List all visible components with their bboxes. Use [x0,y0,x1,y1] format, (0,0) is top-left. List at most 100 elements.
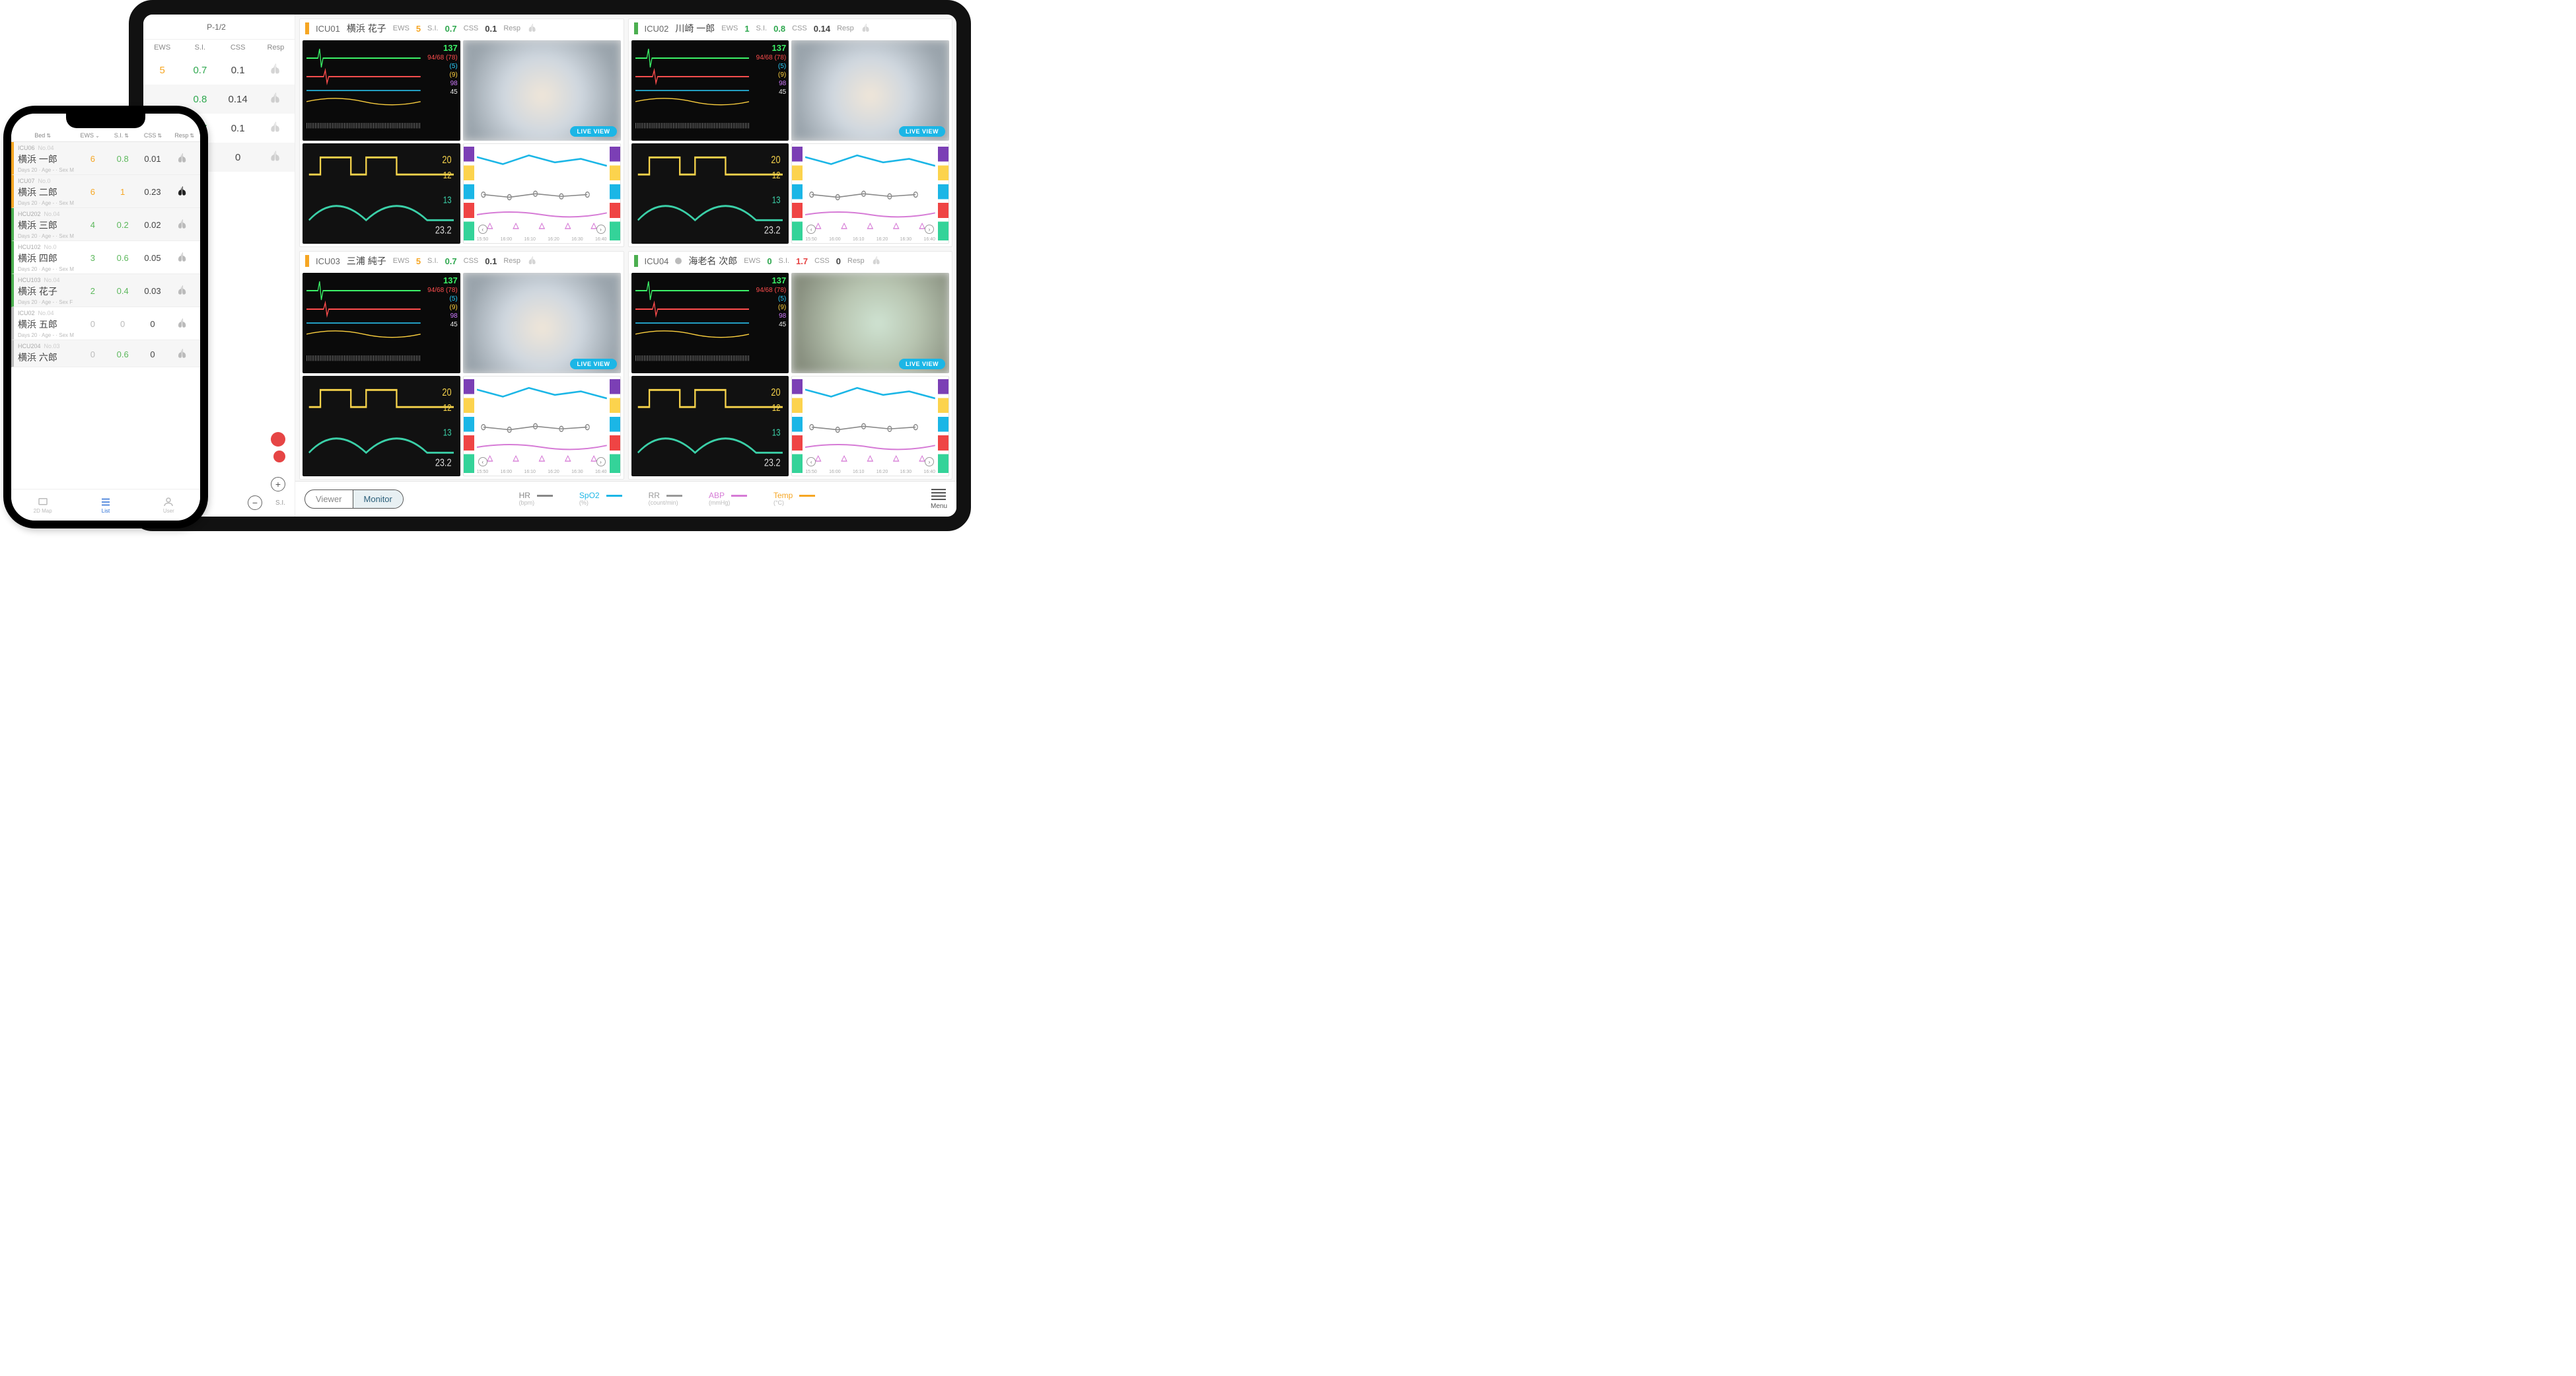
patient-header[interactable]: ICU01横浜 花子EWS5S.I.0.7CSS0.1Resp [300,19,624,38]
phone-screen: Bed⇅ EWS⌄ S.I.⇅ CSS⇅ Resp⇅ ICU06 No.04横浜… [11,114,200,521]
sort-icon: ⇅ [46,133,51,139]
trend-next-button[interactable]: › [596,225,606,234]
sort-icon: ⇅ [124,133,129,139]
trend-chart-tile[interactable]: ‹›15:5016:0016:1016:2016:3016:40 [463,143,621,244]
legend-temp: Temp(°C) [773,491,815,507]
patient-card: ICU02川崎 一郎EWS1S.I.0.8CSS0.14Resp 13794/68… [628,18,953,247]
camera-tile[interactable]: LIVE VIEW [791,273,949,373]
patient-row[interactable]: HCU103 No.04横浜 花子Days 20 · Age - · Sex F… [11,274,200,307]
alert-dot-icon[interactable] [271,432,285,447]
legend-rr: RR(count/min) [649,491,682,507]
svg-text:12: 12 [771,402,780,414]
patient-row[interactable]: ICU06 No.04横浜 一郎Days 20 · Age - · Sex M6… [11,142,200,175]
phone-bottom-nav: 2D Map List User [11,489,200,521]
ventilator-tile[interactable]: 20121323.2 [303,376,460,476]
col-css[interactable]: CSS⇅ [137,132,169,139]
live-view-badge: LIVE VIEW [899,126,945,137]
patient-row[interactable]: HCU204 No.03横浜 六郎00.60 [11,340,200,367]
zoom-out-button[interactable]: − [248,495,262,510]
alert-dot-icon[interactable] [273,451,285,462]
col-resp[interactable]: Resp⇅ [168,132,200,139]
sidebar-row[interactable]: 50.70.1 [143,55,295,85]
tablet-device: P-1/2 EWS S.I. CSS Resp 50.70.10.80.140.… [129,0,971,531]
patients-grid: ICU01横浜 花子EWS5S.I.0.7CSS0.1Resp 13794/68 … [295,15,956,481]
svg-text:12: 12 [771,170,780,181]
trend-chart-tile[interactable]: ‹›15:5016:0016:1016:2016:3016:40 [463,376,621,476]
bottom-bar: Viewer Monitor HR(bpm) SpO2(%) RR(count/mi… [295,481,956,517]
mode-toggle: Viewer Monitor [304,489,404,509]
vitals-monitor-tile[interactable]: 13794/68 (78)(5)(9)9845 [303,40,460,141]
sidebar-col-header: EWS S.I. CSS Resp [143,40,295,55]
svg-text:23.2: 23.2 [435,457,452,469]
patient-card: ICU04海老名 次郎EWS0S.I.1.7CSS0Resp 13794/68 (… [628,251,953,480]
camera-tile[interactable]: LIVE VIEW [463,40,621,141]
svg-text:12: 12 [443,402,452,414]
ventilator-tile[interactable]: 20121323.2 [303,143,460,244]
col-bed[interactable]: Bed⇅ [11,132,74,139]
severity-stripe [305,22,309,34]
patient-row[interactable]: HCU102 No.0横浜 四郎Days 20 · Age - · Sex M3… [11,241,200,274]
trend-chart-tile[interactable]: ‹›15:5016:0016:1016:2016:3016:40 [791,143,949,244]
patient-row[interactable]: ICU02 No.04横浜 五郎Days 20 · Age - · Sex M0… [11,307,200,340]
viewer-mode-button[interactable]: Viewer [305,490,353,508]
phone-device: Bed⇅ EWS⌄ S.I.⇅ CSS⇅ Resp⇅ ICU06 No.04横浜… [3,106,208,528]
patient-header[interactable]: ICU02川崎 一郎EWS1S.I.0.8CSS0.14Resp [629,19,952,38]
patient-card: ICU03三浦 純子EWS5S.I.0.7CSS0.1Resp 13794/68 … [299,251,624,480]
lungs-icon [527,22,538,35]
trend-prev-button[interactable]: ‹ [478,457,487,466]
col-si[interactable]: S.I.⇅ [106,132,137,139]
patient-header[interactable]: ICU04海老名 次郎EWS0S.I.1.7CSS0Resp [629,252,952,270]
camera-tile[interactable]: LIVE VIEW [791,40,949,141]
patient-row[interactable]: ICU07 No.0横浜 二郎Days 20 · Age - · Sex M61… [11,175,200,208]
zoom-in-button[interactable]: + [271,477,285,491]
phone-patient-list[interactable]: ICU06 No.04横浜 一郎Days 20 · Age - · Sex M6… [11,142,200,489]
camera-tile[interactable]: LIVE VIEW [463,273,621,373]
svg-text:13: 13 [443,194,452,205]
trend-next-button[interactable]: › [596,457,606,466]
ventilator-tile[interactable]: 20121323.2 [631,143,789,244]
trend-next-button[interactable]: › [925,457,934,466]
menu-button[interactable]: Menu [931,489,947,510]
lungs-icon [861,22,871,35]
sidebar-header: P-1/2 [143,15,295,40]
tablet-main: ICU01横浜 花子EWS5S.I.0.7CSS0.1Resp 13794/68 … [295,15,956,517]
live-view-badge: LIVE VIEW [570,126,616,137]
list-icon [100,496,112,508]
vitals-monitor-tile[interactable]: 13794/68 (78)(5)(9)9845 [631,40,789,141]
live-view-badge: LIVE VIEW [570,359,616,369]
monitor-mode-button[interactable]: Monitor [353,490,403,508]
trend-next-button[interactable]: › [925,225,934,234]
svg-text:23.2: 23.2 [764,457,780,469]
svg-text:20: 20 [442,155,451,166]
svg-text:23.2: 23.2 [764,225,780,236]
svg-text:13: 13 [771,194,780,205]
svg-text:12: 12 [443,170,452,181]
legend-spo2: SpO2(%) [579,491,622,507]
svg-text:20: 20 [771,387,780,399]
hamburger-icon [931,489,946,500]
nav-list[interactable]: List [74,489,137,521]
vitals-monitor-tile[interactable]: 13794/68 (78)(5)(9)9845 [631,273,789,373]
phone-table-header: Bed⇅ EWS⌄ S.I.⇅ CSS⇅ Resp⇅ [11,129,200,142]
severity-stripe [305,255,309,267]
svg-text:13: 13 [771,427,780,438]
nav-map[interactable]: 2D Map [11,489,74,521]
map-icon [37,496,49,508]
user-icon [162,496,174,508]
patient-card: ICU01横浜 花子EWS5S.I.0.7CSS0.1Resp 13794/68 … [299,18,624,247]
phone-notch [66,114,145,128]
trend-prev-button[interactable]: ‹ [478,225,487,234]
legend-abp: ABP(mmHg) [709,491,747,507]
legend-hr: HR(bpm) [519,491,553,507]
status-dot-icon [675,258,682,264]
ventilator-tile[interactable]: 20 12 13 23.2 [631,376,789,476]
vitals-monitor-tile[interactable]: 13794/68 (78)(5)(9)9845 [303,273,460,373]
trend-chart-tile[interactable]: ‹›15:5016:0016:1016:2016:3016:40 [791,376,949,476]
col-ews[interactable]: EWS⌄ [74,132,106,139]
patient-header[interactable]: ICU03三浦 純子EWS5S.I.0.7CSS0.1Resp [300,252,624,270]
nav-user[interactable]: User [137,489,200,521]
patient-row[interactable]: HCU202 No.04横浜 三郎Days 20 · Age - · Sex M… [11,208,200,241]
sort-icon: ⇅ [157,133,162,139]
si-label: S.I. [275,499,285,507]
sort-icon: ⌄ [95,133,100,139]
